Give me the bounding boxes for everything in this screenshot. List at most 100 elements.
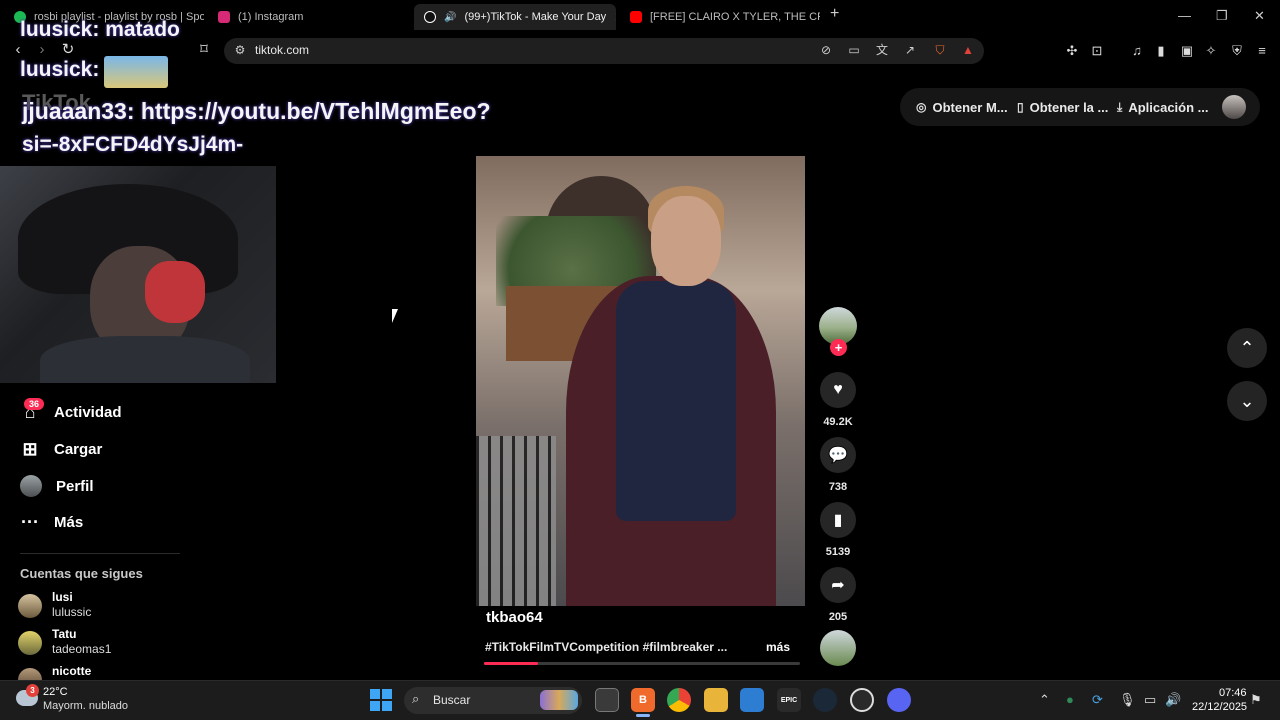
following-account[interactable]: lusi lulussic (18, 590, 91, 620)
tray-app-icon[interactable]: ● (1066, 692, 1074, 707)
download-icon: ⤓ (1117, 99, 1123, 114)
comment-button[interactable]: 💬 (820, 437, 856, 473)
video-caption[interactable]: #TikTokFilmTVCompetition #filmbreaker ..… (485, 640, 727, 654)
like-button[interactable]: ♥ (820, 372, 856, 408)
sidebar-item-mas[interactable]: ··· Más (20, 512, 83, 532)
sidebar-item-perfil[interactable]: Perfil (20, 475, 94, 497)
wallet-icon[interactable]: ▣ (1178, 42, 1196, 60)
network-icon[interactable]: ▭ (1144, 692, 1156, 708)
comment-count: 738 (828, 481, 848, 493)
sidebar-item-label: Perfil (56, 477, 94, 495)
minimize-icon[interactable]: — (1178, 8, 1191, 23)
tab-instagram[interactable]: (1) Instagram (208, 4, 408, 30)
sidebar-item-label: Actividad (54, 403, 122, 421)
sidebar-item-label: Cargar (54, 440, 103, 458)
instagram-icon (218, 11, 230, 23)
follow-plus-icon[interactable]: + (830, 339, 847, 356)
file-explorer-icon[interactable] (704, 688, 728, 712)
epic-games-icon[interactable]: EPIC (777, 688, 801, 712)
account-name: lusi (52, 590, 73, 604)
search-label[interactable]: Buscar (433, 693, 470, 707)
vpn-icon[interactable]: ⛨ (1228, 42, 1246, 60)
mouse-cursor-icon (392, 309, 404, 323)
discord-icon[interactable] (887, 688, 911, 712)
clock-time[interactable]: 07:46 (1219, 687, 1247, 699)
youtube-icon (630, 11, 642, 23)
speaker-icon: 🔊 (444, 11, 457, 23)
translate-icon[interactable]: 文 (874, 42, 890, 58)
brave-rewards-icon[interactable]: ▲ (960, 42, 976, 58)
address-bar[interactable] (224, 38, 984, 64)
active-app-indicator (636, 714, 650, 717)
store-icon[interactable] (740, 688, 764, 712)
video-progress-fill (484, 662, 538, 665)
brave-icon[interactable]: B (631, 688, 655, 712)
sync-icon[interactable]: ⟳ (1092, 692, 1103, 708)
mute-icon[interactable]: ⊘ (818, 42, 834, 58)
tab-youtube[interactable]: [FREE] CLAIRO X TYLER, THE CREATO (620, 4, 820, 30)
video-author[interactable]: tkbao64 (486, 609, 543, 626)
more-button[interactable]: más (766, 640, 790, 654)
like-count: 49.2K (823, 416, 853, 428)
notification-badge: 36 (24, 398, 45, 410)
previous-video-button[interactable]: ⌃ (1227, 328, 1267, 368)
avatar (18, 631, 42, 655)
chat-message: jjuaaan33: https://youtu.be/VTehlMgmEeo? (22, 98, 491, 124)
profile-avatar-button[interactable] (1222, 95, 1246, 119)
volume-icon[interactable]: 🔊 (1165, 692, 1181, 708)
coin-icon: ◎ (916, 100, 927, 114)
sidebar-toggle-icon[interactable]: ▮ (1152, 42, 1170, 60)
sidebar-item-cargar[interactable]: ⊞ Cargar (20, 439, 102, 459)
next-video-button[interactable]: ⌄ (1227, 381, 1267, 421)
screenshot-icon[interactable]: ⊡ (1088, 42, 1106, 60)
menu-icon[interactable]: ≡ (1253, 42, 1271, 60)
weather-desc[interactable]: Mayorm. nublado (43, 700, 128, 712)
screen: rosbi playlist - playlist by rosb | Spot… (0, 0, 1280, 720)
restore-icon[interactable]: ❐ (1216, 8, 1228, 24)
extensions-icon[interactable]: ✣ (1063, 42, 1081, 60)
close-tab-icon[interactable]: ✕ (614, 10, 616, 24)
get-coins-button[interactable]: ◎ Obtener M... (904, 90, 1020, 124)
media-icon[interactable]: ♫ (1128, 42, 1146, 60)
divider (20, 553, 180, 554)
weather-badge: 3 (26, 684, 39, 697)
share-button[interactable]: ➦ (820, 567, 856, 603)
get-app-button[interactable]: ▯ Obtener la ... (1005, 90, 1120, 124)
plus-square-icon: ⊞ (22, 438, 38, 459)
reload-icon[interactable]: ↻ (58, 40, 78, 60)
windows-start-icon[interactable] (370, 689, 392, 711)
following-account[interactable]: Tatu tadeomas1 (18, 627, 111, 657)
leo-ai-icon[interactable]: ✧ (1202, 42, 1220, 60)
chat-message: luusick: matado (20, 18, 180, 41)
microphone-icon[interactable]: 🎙 (1119, 692, 1136, 708)
get-app-label: Obtener la ... (1029, 99, 1109, 115)
notifications-icon[interactable]: ⚑ (1250, 692, 1262, 708)
save-button[interactable]: ▮ (820, 502, 856, 538)
site-info-icon[interactable]: ⚙ (232, 42, 248, 58)
task-view-icon[interactable] (595, 688, 619, 712)
video-player[interactable] (476, 156, 805, 606)
weather-temp[interactable]: 22°C (43, 686, 68, 698)
chevron-down-icon: ⌄ (1239, 390, 1255, 411)
back-icon[interactable]: ‹ (8, 40, 28, 60)
avatar (18, 594, 42, 618)
chrome-icon[interactable] (667, 688, 691, 712)
clock-date[interactable]: 22/12/2025 (1192, 701, 1247, 713)
obs-icon[interactable] (850, 688, 874, 712)
bookmark-icon[interactable]: ⌑ (194, 40, 214, 60)
tray-expand-icon[interactable]: ⌃ (1039, 692, 1050, 708)
forward-icon[interactable]: › (32, 40, 52, 60)
music-disc[interactable] (820, 630, 856, 666)
new-tab-button[interactable]: + (830, 5, 839, 23)
tab-tiktok[interactable]: 🔊 (99+)TikTok - Make Your Day ✕ (414, 4, 616, 30)
avatar-icon (20, 475, 42, 497)
chevron-up-icon: ⌃ (1239, 337, 1255, 358)
sidebar-item-label: Más (54, 513, 84, 531)
url-text[interactable]: tiktok.com (255, 43, 309, 57)
desktop-app-button[interactable]: ⤓ Aplicación ... (1105, 90, 1221, 124)
share-icon[interactable]: ↗ (902, 42, 918, 58)
close-window-icon[interactable]: ✕ (1254, 8, 1265, 24)
cast-icon[interactable]: ▭ (846, 42, 862, 58)
brave-shields-icon[interactable]: ⛉ (932, 42, 948, 58)
steam-icon[interactable] (813, 688, 837, 712)
